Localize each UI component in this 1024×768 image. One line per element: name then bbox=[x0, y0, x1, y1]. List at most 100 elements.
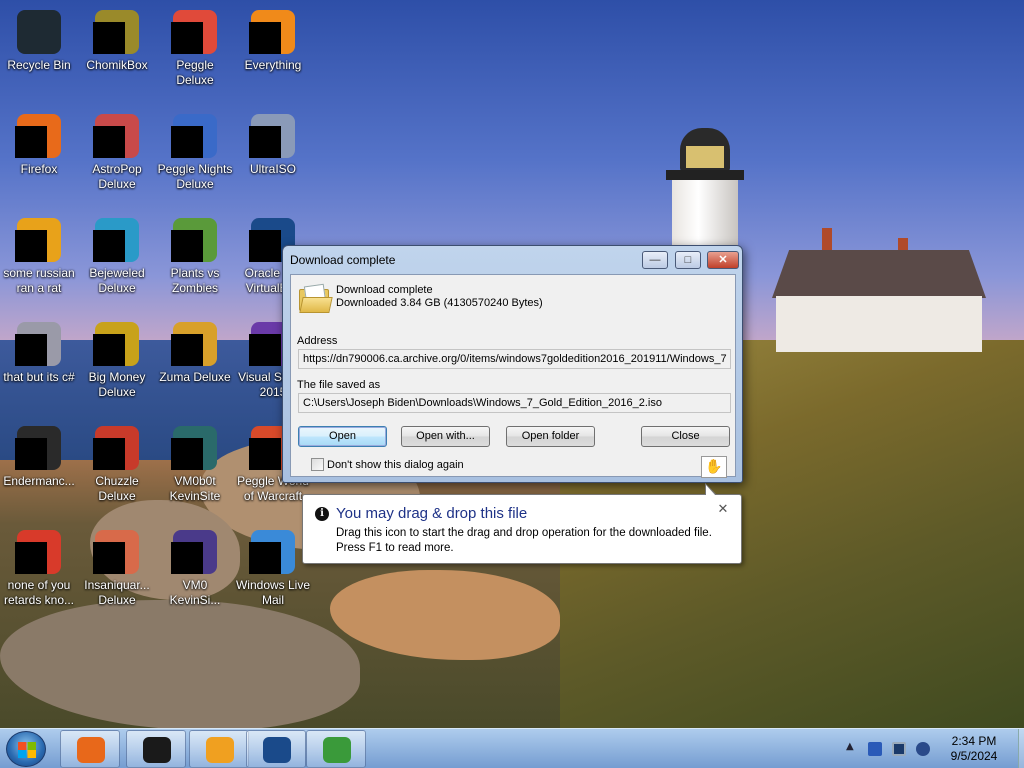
desktop-icon[interactable]: VM0 KevinSi... bbox=[156, 524, 234, 608]
device-tray-icon[interactable] bbox=[868, 742, 882, 756]
taskbar-app-button[interactable] bbox=[306, 730, 366, 768]
desktop-icon[interactable]: Bejeweled Deluxe bbox=[78, 212, 156, 296]
dialog-titlebar[interactable]: Download complete — □ ✕ bbox=[283, 246, 742, 274]
saved-as-label: The file saved as bbox=[297, 379, 381, 391]
redaction-box bbox=[93, 126, 125, 158]
redaction-box bbox=[171, 542, 203, 574]
minimize-button[interactable]: — bbox=[642, 251, 668, 269]
balloon-title: You may drag & drop this file bbox=[336, 505, 528, 522]
desktop-icon[interactable]: Windows Live Mail bbox=[234, 524, 312, 608]
desktop-icon[interactable]: Insaniquar... Deluxe bbox=[78, 524, 156, 608]
desktop-icon-label: AstroPop Deluxe bbox=[92, 162, 142, 191]
redaction-box bbox=[249, 438, 281, 470]
wallpaper-rock bbox=[330, 570, 560, 660]
downloaded-size: Downloaded 3.84 GB (4130570240 Bytes) bbox=[336, 297, 543, 309]
desktop-icon-label: ChomikBox bbox=[86, 58, 148, 72]
redaction-box bbox=[15, 126, 47, 158]
insaniquarium-icon bbox=[93, 528, 141, 576]
desktop-icon[interactable]: ChomikBox bbox=[78, 4, 156, 73]
desktop-icon[interactable]: Peggle Nights Deluxe bbox=[156, 108, 234, 192]
desktop-icon-label: some russian ran a rat bbox=[3, 266, 75, 295]
desktop-icon[interactable]: Everything bbox=[234, 4, 312, 73]
taskbar-app-button[interactable] bbox=[189, 730, 249, 768]
start-button[interactable] bbox=[6, 731, 46, 767]
dont-show-again-checkbox[interactable] bbox=[311, 458, 324, 471]
taskbar-app-button[interactable] bbox=[246, 730, 306, 768]
console-taskbar-icon bbox=[143, 737, 171, 763]
peggle-nights-icon bbox=[171, 112, 219, 160]
network-icon[interactable] bbox=[892, 742, 906, 756]
taskbar: ▲ 2:34 PM 9/5/2024 bbox=[0, 728, 1024, 768]
chrome-shortcut-icon bbox=[15, 528, 63, 576]
desktop-icon-label: Plants vs Zombies bbox=[170, 266, 220, 295]
close-window-button[interactable]: ✕ bbox=[707, 251, 739, 269]
desktop-icon-label: Peggle Nights Deluxe bbox=[157, 162, 233, 191]
redaction-box bbox=[249, 22, 281, 54]
taskbar-app-button[interactable] bbox=[60, 730, 120, 768]
bejeweled-icon bbox=[93, 216, 141, 264]
redaction-box bbox=[171, 438, 203, 470]
redaction-box bbox=[93, 334, 125, 366]
system-clock[interactable]: 2:34 PM 9/5/2024 bbox=[930, 734, 1018, 764]
firefox-taskbar-icon bbox=[77, 737, 105, 763]
open-with-button[interactable]: Open with... bbox=[401, 426, 490, 447]
redaction-box bbox=[15, 542, 47, 574]
astropop-icon bbox=[93, 112, 141, 160]
desktop-icon[interactable]: Chuzzle Deluxe bbox=[78, 420, 156, 504]
dialog-body: Download complete Downloaded 3.84 GB (41… bbox=[290, 274, 736, 478]
desktop-icon[interactable]: some russian ran a rat bbox=[0, 212, 78, 296]
chomikbox-icon bbox=[93, 8, 141, 56]
everything-icon bbox=[249, 8, 297, 56]
firefox-icon bbox=[15, 112, 63, 160]
desktop-icon-label: none of you retards kno... bbox=[3, 578, 75, 607]
open-folder-button[interactable]: Open folder bbox=[506, 426, 595, 447]
desktop-icon[interactable]: Peggle Deluxe bbox=[156, 4, 234, 88]
show-hidden-icons-icon[interactable]: ▲ bbox=[846, 741, 854, 752]
info-icon: i bbox=[315, 507, 329, 521]
desktop-icon[interactable]: VM0b0t KevinSite bbox=[156, 420, 234, 504]
redaction-box bbox=[93, 22, 125, 54]
desktop-icon-label: Big Money Deluxe bbox=[88, 370, 146, 399]
address-field[interactable]: https://dn790006.ca.archive.org/0/items/… bbox=[298, 349, 731, 369]
desktop-icon[interactable]: Big Money Deluxe bbox=[78, 316, 156, 400]
close-button[interactable]: Close bbox=[641, 426, 730, 447]
desktop-icon[interactable]: Firefox bbox=[0, 108, 78, 177]
open-button[interactable]: Open bbox=[298, 426, 387, 447]
peggle-deluxe-icon bbox=[171, 8, 219, 56]
taskbar-app-button[interactable] bbox=[126, 730, 186, 768]
desktop-icon-label: Peggle Deluxe bbox=[176, 58, 214, 87]
redaction-box bbox=[15, 230, 47, 262]
media-player-taskbar-icon bbox=[206, 737, 234, 763]
desktop-icon[interactable]: AstroPop Deluxe bbox=[78, 108, 156, 192]
windows-live-mail-icon bbox=[249, 528, 297, 576]
desktop-icon[interactable]: Endermanc... bbox=[0, 420, 78, 489]
download-complete-dialog[interactable]: Download complete — □ ✕ Download complet… bbox=[282, 245, 743, 483]
vm0-icon bbox=[171, 528, 219, 576]
redaction-box bbox=[171, 126, 203, 158]
desktop-icon[interactable]: UltraISO bbox=[234, 108, 312, 177]
drag-drop-hand-icon[interactable]: ✋ bbox=[701, 456, 727, 478]
redaction-box bbox=[171, 230, 203, 262]
virtualbox-taskbar-icon bbox=[263, 737, 291, 763]
notification-area: ▲ bbox=[840, 729, 930, 768]
redaction-box bbox=[15, 334, 47, 366]
desktop-icon-label: VM0 KevinSi... bbox=[169, 578, 221, 607]
desktop-icon-label: Recycle Bin bbox=[7, 58, 71, 72]
desktop-icon[interactable]: Plants vs Zombies bbox=[156, 212, 234, 296]
maximize-button[interactable]: □ bbox=[675, 251, 701, 269]
desktop-icon[interactable]: none of you retards kno... bbox=[0, 524, 78, 608]
clock-date: 9/5/2024 bbox=[950, 749, 998, 763]
chuzzle-icon bbox=[93, 424, 141, 472]
saved-path-field[interactable]: C:\Users\Joseph Biden\Downloads\Windows_… bbox=[298, 393, 731, 413]
redaction-box bbox=[249, 230, 281, 262]
desktop-icon[interactable]: Zuma Deluxe bbox=[156, 316, 234, 385]
show-desktop-button[interactable] bbox=[1018, 729, 1024, 768]
volume-icon[interactable] bbox=[916, 742, 930, 756]
vm0b0t-icon bbox=[171, 424, 219, 472]
desktop-icon[interactable]: Recycle Bin bbox=[0, 4, 78, 73]
ultraiso-icon bbox=[249, 112, 297, 160]
desktop-icon[interactable]: that but its c# bbox=[0, 316, 78, 385]
balloon-close-icon[interactable]: ✕ bbox=[716, 503, 730, 517]
windows-logo-icon bbox=[18, 742, 36, 758]
recycle-bin-icon bbox=[15, 8, 63, 56]
